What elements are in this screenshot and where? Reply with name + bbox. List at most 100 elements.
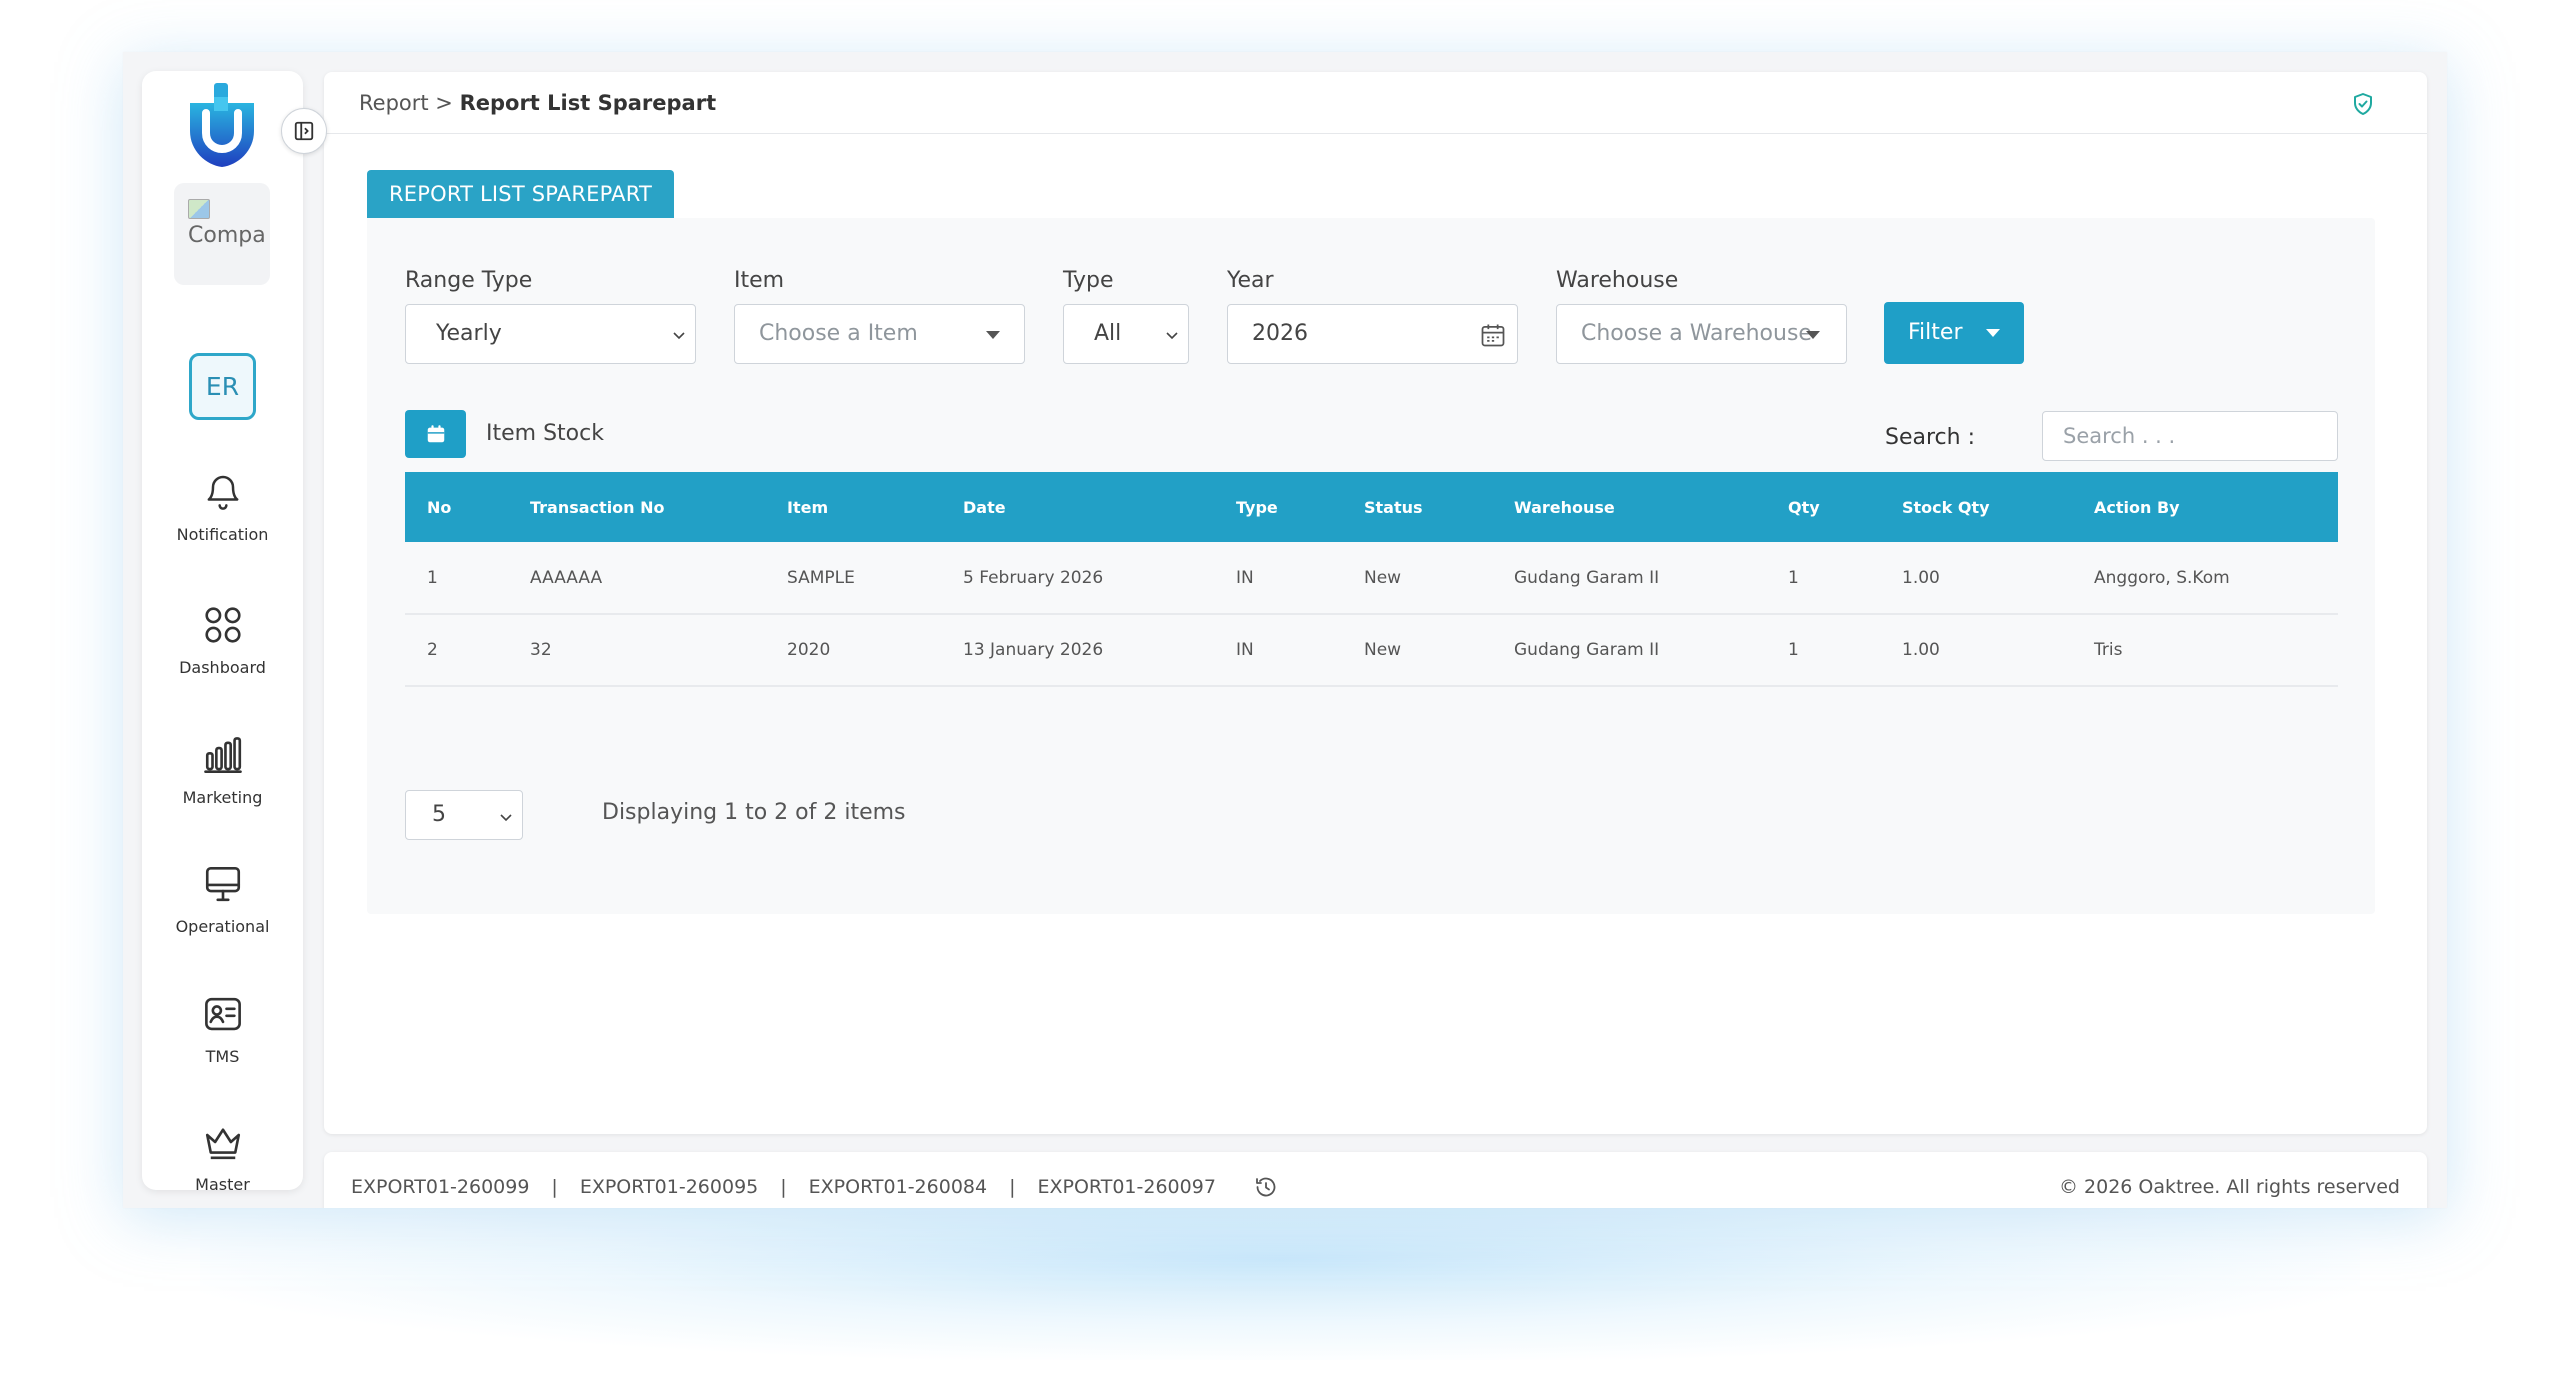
column-header[interactable]: No (405, 472, 508, 542)
table-cell: Gudang Garam II (1514, 640, 1660, 660)
sidebar-item-operational[interactable]: Operational (142, 863, 303, 936)
type-value: All (1094, 321, 1122, 346)
caret-down-icon (1806, 331, 1820, 339)
table-header-row: No Transaction No Item Date Type Status … (405, 472, 2338, 542)
warehouse-select[interactable]: Choose a Warehouse (1556, 304, 1847, 364)
type-select[interactable]: All (1063, 304, 1189, 364)
export-link[interactable]: EXPORT01-260084 (809, 1176, 987, 1198)
crown-icon (205, 1128, 240, 1160)
year-label: Year (1227, 268, 1274, 293)
broken-image-icon (188, 199, 210, 219)
footer-bar: EXPORT01-260099 | EXPORT01-260095 | EXPO… (324, 1152, 2427, 1208)
range-type-select[interactable]: Yearly (405, 304, 696, 364)
caret-down-icon (986, 331, 1000, 339)
column-header[interactable]: Date (941, 472, 1214, 542)
column-header[interactable]: Qty (1766, 472, 1880, 542)
table-cell: AAAAAA (530, 567, 603, 588)
type-label: Type (1063, 268, 1114, 293)
user-avatar[interactable]: ER (189, 353, 256, 420)
caret-down-icon (1986, 329, 2000, 337)
filter-button-label: Filter (1908, 320, 1963, 345)
table-row[interactable]: 1 AAAAAA SAMPLE 5 February 2026 IN New G… (405, 542, 2338, 614)
sidebar-item-label: Marketing (182, 788, 263, 807)
range-type-value: Yearly (436, 321, 502, 346)
table-cell: New (1364, 567, 1402, 588)
pagination-summary: Displaying 1 to 2 of 2 items (602, 800, 906, 825)
copyright-text: © 2026 Oaktree. All rights reserved (2059, 1176, 2400, 1198)
export-link[interactable]: EXPORT01-260095 (580, 1176, 758, 1198)
breadcrumb-current: Report List Sparepart (459, 90, 717, 115)
breadcrumb-parent[interactable]: Report > (359, 91, 453, 115)
column-header[interactable]: Warehouse (1492, 472, 1766, 542)
page-size-select[interactable]: 5 (405, 790, 523, 840)
table-cell: 1 (427, 567, 438, 588)
table-cell: SAMPLE (787, 567, 855, 588)
bell-icon (207, 475, 238, 510)
monitor-icon (205, 866, 240, 902)
divider: | (780, 1176, 787, 1198)
table-cell: 5 February 2026 (963, 567, 1104, 588)
report-table: No Transaction No Item Date Type Status … (405, 472, 2338, 687)
column-header[interactable]: Item (765, 472, 941, 542)
table-cell: 13 January 2026 (963, 640, 1104, 660)
column-header[interactable]: Type (1214, 472, 1342, 542)
calendar-icon[interactable] (1479, 321, 1507, 349)
main-content: Report > Report List Sparepart REPORT LI… (324, 72, 2427, 1134)
sidebar-item-tms[interactable]: TMS (142, 993, 303, 1066)
search-label: Search : (1885, 425, 1975, 450)
table-cell: 2 (427, 640, 438, 660)
sidebar-item-label: TMS (205, 1047, 240, 1066)
company-image-alt: Compa (188, 223, 266, 248)
filter-button[interactable]: Filter (1884, 302, 2024, 364)
shield-check-icon[interactable] (2351, 91, 2375, 117)
card-tab-title: REPORT LIST SPAREPART (367, 170, 674, 218)
table-cell: Tris (2094, 640, 2123, 660)
app-logo[interactable] (184, 83, 260, 169)
item-stock-button[interactable] (405, 410, 466, 458)
item-label: Item (734, 268, 785, 293)
chevron-down-icon (500, 814, 512, 822)
sidebar-toggle-icon (294, 121, 314, 141)
sidebar-item-label: Master (195, 1175, 250, 1190)
grid-icon (204, 607, 241, 643)
item-stock-label: Item Stock (486, 421, 604, 446)
sidebar-item-label: Notification (176, 525, 269, 544)
range-type-label: Range Type (405, 268, 533, 293)
table-cell: Anggoro, S.Kom (2094, 567, 2230, 588)
year-value: 2026 (1252, 321, 1308, 346)
breadcrumb: Report > Report List Sparepart (359, 91, 716, 115)
warehouse-label: Warehouse (1556, 268, 1679, 293)
export-link[interactable]: EXPORT01-260097 (1037, 1176, 1215, 1198)
item-select[interactable]: Choose a Item (734, 304, 1025, 364)
top-bar: Report > Report List Sparepart (324, 72, 2427, 134)
chevron-down-icon (673, 332, 685, 340)
sidebar-item-dashboard[interactable]: Dashboard (142, 604, 303, 677)
table-cell: IN (1236, 640, 1254, 660)
table-row[interactable]: 2 32 2020 13 January 2026 IN New Gudang … (405, 614, 2338, 686)
sidebar-item-marketing[interactable]: Marketing (142, 734, 303, 807)
column-header[interactable]: Action By (2072, 472, 2338, 542)
warehouse-placeholder: Choose a Warehouse (1581, 321, 1812, 346)
sidebar: Compa ER Notification Dashboard Marketin… (142, 71, 303, 1190)
divider: | (1009, 1176, 1016, 1198)
table-cell: 1.00 (1902, 567, 1940, 588)
column-header[interactable]: Stock Qty (1880, 472, 2072, 542)
history-button[interactable] (1254, 1175, 1278, 1199)
table-cell: 1.00 (1902, 640, 1940, 660)
sidebar-item-notification[interactable]: Notification (142, 471, 303, 544)
report-card: Range Type Yearly Item Choose a Item Typ… (367, 218, 2375, 914)
export-link[interactable]: EXPORT01-260099 (351, 1176, 529, 1198)
sidebar-toggle-button[interactable] (281, 108, 327, 154)
chevron-down-icon (1166, 332, 1178, 340)
table-cell: IN (1236, 567, 1254, 588)
app-window: Compa ER Notification Dashboard Marketin… (123, 52, 2447, 1208)
column-header[interactable]: Status (1342, 472, 1492, 542)
sidebar-item-label: Dashboard (179, 658, 266, 677)
table-cell: 1 (1788, 567, 1799, 588)
calendar-icon (427, 425, 444, 443)
search-input[interactable] (2042, 411, 2338, 461)
year-input[interactable]: 2026 (1227, 304, 1518, 364)
id-card-icon (204, 997, 241, 1031)
sidebar-item-master[interactable]: Master (142, 1121, 303, 1190)
column-header[interactable]: Transaction No (508, 472, 765, 542)
